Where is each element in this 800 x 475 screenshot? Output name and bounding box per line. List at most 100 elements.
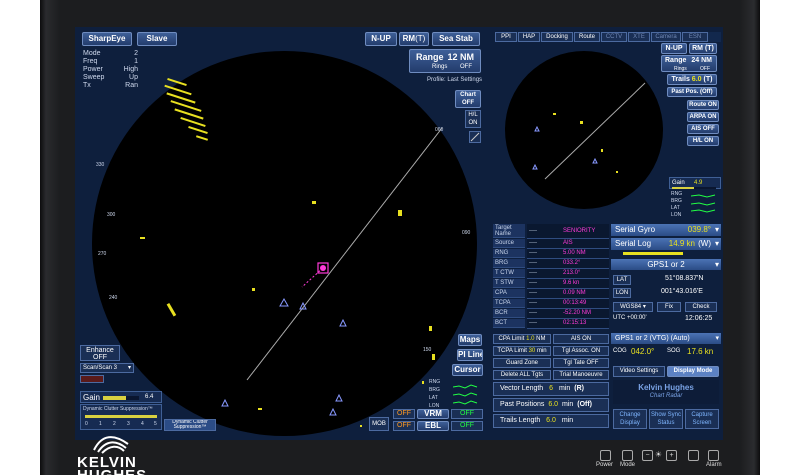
capture-screen-button[interactable]: Capture Screen [685, 409, 719, 429]
tab-xte[interactable]: XTE [628, 32, 650, 42]
n-up-button[interactable]: N-UP [365, 32, 397, 46]
fix-button[interactable]: Fix [657, 302, 681, 312]
ctw-value: 213.0° [563, 270, 581, 276]
mini-n-up-button[interactable]: N-UP [661, 43, 687, 54]
bearing-label: 270 [98, 251, 107, 257]
vrm-button[interactable]: VRM [417, 409, 449, 419]
past-positions-unit: min [562, 401, 574, 408]
ebl2-state[interactable]: OFF [451, 421, 483, 431]
ais-on-button[interactable]: AIS ON [553, 334, 609, 344]
tab-docking[interactable]: Docking [541, 32, 573, 42]
vtg-header[interactable]: GPS1 or 2 (VTG) (Auto) ▾ [611, 333, 721, 344]
alarm-button[interactable] [708, 450, 719, 461]
brightness-down-button[interactable]: − [642, 450, 653, 461]
sharpeye-button[interactable]: SharpEye [82, 32, 132, 46]
cpa-limit-control[interactable]: CPA Limit 1.0 NM [493, 334, 551, 344]
main-radar-ppi[interactable] [92, 51, 477, 436]
dash: ---- [529, 250, 537, 256]
maps-button[interactable]: Maps [458, 334, 482, 346]
tab-ppi[interactable]: PPI [495, 32, 517, 42]
gain-track[interactable] [103, 396, 139, 400]
tab-camera[interactable]: Camera [651, 32, 681, 42]
slave-button[interactable]: Slave [137, 32, 177, 46]
delete-all-targets-button[interactable]: Delete ALL Tgts [493, 370, 551, 380]
sea-stab-button[interactable]: Sea Stab [432, 32, 480, 46]
ais-off-button[interactable]: AIS OFF [687, 124, 719, 134]
lat-value: 51°08.837'N [665, 275, 704, 282]
arpa-on-button[interactable]: ARPA ON [687, 112, 719, 122]
tab-route[interactable]: Route [574, 32, 600, 42]
stw-value: 9.6 kn [563, 280, 580, 286]
chevron-down-icon: ▾ [714, 239, 719, 248]
video-settings-button[interactable]: Video Settings [613, 366, 665, 377]
row-label: TCPA [493, 299, 525, 308]
tab-esn[interactable]: ESN [682, 32, 708, 42]
mob-button[interactable]: MOB [369, 417, 389, 431]
cursor-brg-label: BRG [429, 387, 440, 393]
tgl-tate-button[interactable]: Tgl Tate OFF [553, 358, 609, 368]
mini-rm-button[interactable]: RM (T) [689, 43, 717, 54]
past-positions-control[interactable]: Past Positions 6.0 min (Off) [493, 398, 609, 412]
dash: ---- [529, 228, 537, 234]
check-button[interactable]: Check [685, 302, 717, 312]
clutter-tick: 0 [85, 421, 88, 427]
mini-gain-track[interactable] [672, 187, 716, 189]
dash: ---- [529, 320, 537, 326]
dynamic-clutter-button[interactable]: Dynamic Clutter Suppression™ [164, 419, 216, 431]
menu-button[interactable] [688, 450, 699, 461]
trails-length-control[interactable]: Trails Length 6.0 min [493, 414, 609, 428]
gps-header[interactable]: GPS1 or 2 ▾ [611, 259, 721, 270]
row-label: RNG [493, 249, 525, 258]
change-display-mode-button[interactable]: Change Display Mode [613, 409, 647, 429]
cursor-button[interactable]: Cursor [452, 364, 483, 376]
hl-on-mini-button[interactable]: H/L ON [687, 136, 719, 146]
vector-length-control[interactable]: Vector Length 6 min (R) [493, 382, 609, 396]
guard-zone-button[interactable]: Guard Zone [493, 358, 551, 368]
serial-gyro-header[interactable]: Serial Gyro 039.8° ▾ [611, 224, 721, 236]
serial-log-header[interactable]: Serial Log 14.9 kn (W) ▾ [611, 238, 721, 250]
display-mode-button[interactable]: Display Mode [667, 366, 719, 377]
datum-select[interactable]: WGS84 ▾ [613, 302, 653, 312]
trails-button[interactable]: Trails 6.0 (T) [667, 74, 717, 85]
show-sync-status-button[interactable]: Show Sync Status [649, 409, 683, 429]
clutter-suppression-slider[interactable]: Dynamic Clutter Suppression™ 0 1 2 3 4 5 [80, 404, 162, 430]
clutter-tick: 3 [127, 421, 130, 427]
trial-manoeuvre-button[interactable]: Trial Manoeuvre [553, 370, 609, 380]
table-row: T STW ---- 9.6 kn [493, 279, 609, 289]
log-mode: (W) [698, 239, 711, 248]
sog-label: SOG [667, 348, 681, 354]
mini-range-control[interactable]: Range 24 NM Rings OFF [661, 55, 717, 72]
trails-length-label: Trails Length [500, 417, 541, 424]
ebl1-state[interactable]: OFF [393, 421, 415, 431]
enhance-off-button[interactable]: Enhance OFF [80, 345, 120, 361]
tgl-assoc-button[interactable]: Tgl Assoc. ON [553, 346, 609, 356]
row-value-cell: ---- 00:13:49 [527, 299, 609, 309]
vrm2-state-text: OFF [460, 410, 474, 417]
ebl-button[interactable]: EBL [417, 421, 449, 431]
tcpa-limit-control[interactable]: TCPA Limit 30 min [493, 346, 551, 356]
vrm1-state[interactable]: OFF [393, 409, 415, 419]
mini-gain-control[interactable]: Gain 4.9 [669, 177, 721, 189]
tab-hap[interactable]: HAP [518, 32, 540, 42]
mode-button[interactable] [622, 450, 633, 461]
past-pos-button[interactable]: Past Pos. (Off) [667, 87, 717, 97]
minus-icon: − [645, 452, 650, 459]
mini-radar-echoes [532, 82, 646, 180]
tab-cctv[interactable]: CCTV [601, 32, 627, 42]
pi-line-button[interactable]: PI Line [457, 349, 483, 361]
land-echo-cluster [164, 77, 209, 141]
tcpa-value: 00:13:49 [563, 300, 587, 306]
cog-value: 042.0° [631, 347, 655, 356]
route-on-button[interactable]: Route ON [687, 100, 719, 110]
table-row: T CTW ---- 213.0° [493, 269, 609, 279]
power-button[interactable] [600, 450, 611, 461]
vrm2-state[interactable]: OFF [451, 409, 483, 419]
main-gain-control[interactable]: Gain 6.4 [80, 391, 162, 403]
brightness-up-button[interactable]: + [666, 450, 677, 461]
status-label: Tx [83, 82, 91, 89]
gyro-label: Serial Gyro [615, 225, 656, 234]
scan-select-dropdown[interactable]: Scan/Scan 3 ▾ [80, 363, 134, 373]
mini-radar-ppi[interactable] [505, 51, 663, 209]
relative-motion-button[interactable]: RM(T) [399, 32, 429, 46]
past-pos-label: Past Pos. [671, 89, 699, 95]
